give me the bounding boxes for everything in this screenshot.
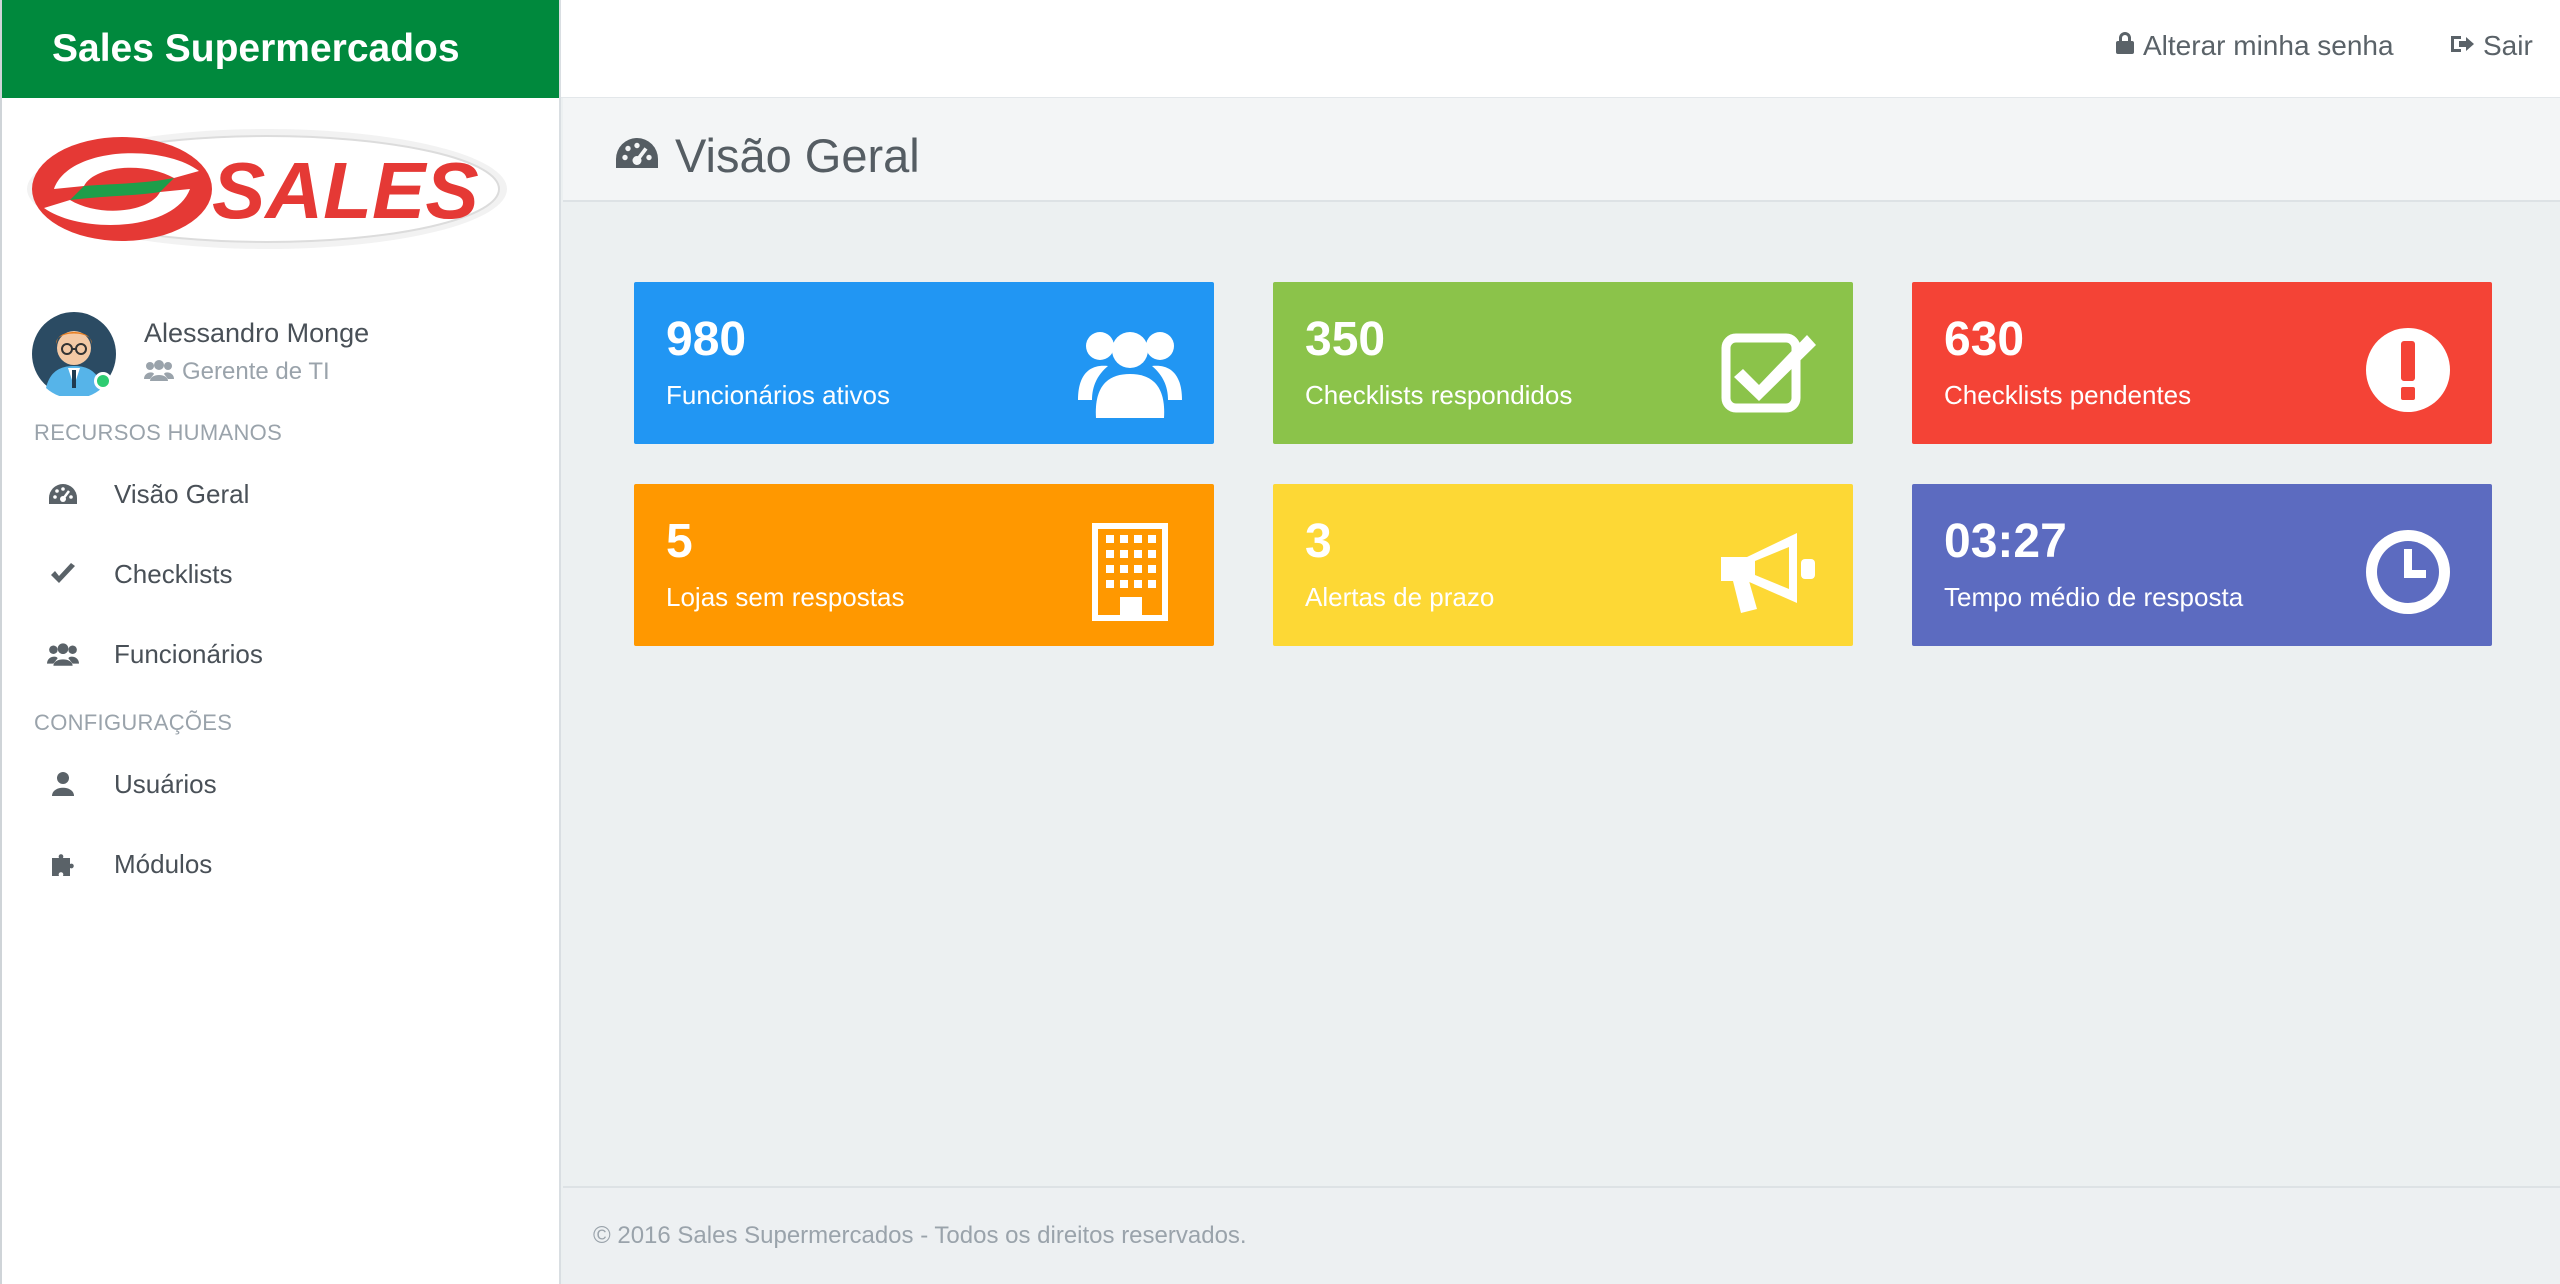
tile-value: 03:27 [1944, 515, 2067, 568]
users-icon [1078, 318, 1182, 422]
tile-label: Checklists respondidos [1305, 380, 1573, 410]
sidebar-item-usuarios[interactable]: Usuários [2, 748, 561, 820]
tile-label: Alertas de prazo [1305, 582, 1495, 612]
change-password-link[interactable]: Alterar minha senha [2115, 30, 2394, 62]
sidebar-item-label: Visão Geral [114, 478, 250, 509]
dashboard-icon [613, 134, 661, 177]
user-name: Alessandro Monge [144, 318, 370, 348]
brand-bar: Sales Supermercados [2, 0, 559, 98]
tile-checklists-respondidos[interactable]: 350 Checklists respondidos [1273, 282, 1853, 444]
puzzle-icon [46, 847, 80, 881]
tile-value: 350 [1305, 313, 1386, 366]
tile-checklists-pendentes[interactable]: 630 Checklists pendentes [1912, 282, 2492, 444]
company-logo[interactable]: SALES [24, 126, 510, 252]
tile-label: Lojas sem respostas [666, 582, 905, 612]
sidebar: Sales Supermercados SALES Alessandro Mon… [0, 0, 561, 1284]
user-profile: Alessandro Monge Gerente de TI [32, 312, 542, 399]
online-status-dot [94, 372, 112, 390]
user-role-label: Gerente de TI [182, 358, 330, 385]
lock-icon [2115, 30, 2135, 62]
check-icon [46, 557, 80, 591]
user-icon [46, 767, 80, 801]
sidebar-item-funcionarios[interactable]: Funcionários [2, 618, 561, 690]
footer: © 2016 Sales Supermercados - Todos os di… [563, 1186, 2560, 1284]
page-title: Visão Geral [675, 129, 920, 182]
sign-out-icon [2449, 30, 2475, 62]
change-password-label: Alterar minha senha [2143, 30, 2394, 61]
check-square-icon [1717, 318, 1821, 422]
tile-label: Funcionários ativos [666, 380, 890, 410]
logout-link[interactable]: Sair [2449, 30, 2533, 62]
page-title-wrap: Visão Geral [613, 128, 920, 183]
tile-label: Checklists pendentes [1944, 380, 2192, 410]
dashboard-icon [46, 477, 80, 511]
tile-lojas-sem-respostas[interactable]: 5 Lojas sem respostas [634, 484, 1214, 646]
user-role: Gerente de TI [144, 358, 330, 386]
tile-value: 5 [666, 515, 693, 568]
sidebar-item-modulos[interactable]: Módulos [2, 828, 561, 900]
tile-alertas-de-prazo[interactable]: 3 Alertas de prazo [1273, 484, 1853, 646]
tile-value: 980 [666, 313, 747, 366]
sidebar-item-label: Módulos [114, 848, 213, 879]
users-icon [46, 637, 80, 671]
logo-text: SALES [212, 146, 479, 235]
clock-icon [2356, 520, 2460, 624]
sidebar-item-label: Usuários [114, 768, 217, 799]
sidebar-item-label: Checklists [114, 558, 233, 589]
tile-value: 3 [1305, 515, 1332, 568]
footer-copyright: © 2016 Sales Supermercados - Todos os di… [593, 1222, 1247, 1249]
top-navbar: Alterar minha senha Sair [561, 0, 2560, 98]
sidebar-item-label: Funcionários [114, 638, 263, 669]
tile-tempo-medio-resposta[interactable]: 03:27 Tempo médio de resposta [1912, 484, 2492, 646]
building-icon [1078, 520, 1182, 624]
users-icon [144, 359, 174, 386]
sidebar-item-visao-geral[interactable]: Visão Geral [2, 458, 561, 530]
sidebar-item-checklists[interactable]: Checklists [2, 538, 561, 610]
megaphone-icon [1717, 520, 1821, 624]
tile-label: Tempo médio de resposta [1944, 582, 2244, 612]
exclamation-circle-icon [2356, 318, 2460, 422]
tile-value: 630 [1944, 313, 2025, 366]
section-title-config: CONFIGURAÇÕES [34, 710, 233, 735]
page-header: Visão Geral [563, 98, 2560, 202]
section-title-rh: RECURSOS HUMANOS [34, 420, 283, 445]
logout-label: Sair [2483, 30, 2533, 61]
brand-title[interactable]: Sales Supermercados [52, 27, 460, 71]
tile-funcionarios-ativos[interactable]: 980 Funcionários ativos [634, 282, 1214, 444]
